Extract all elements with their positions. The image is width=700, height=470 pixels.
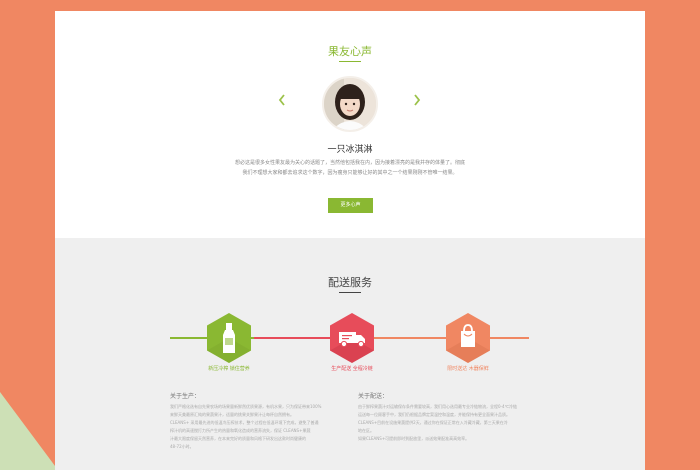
info-line: 运送每一位顾客手中，我们仍根据品牌定案温控和温度，并能保持有更全面果汁品质。 xyxy=(358,412,510,417)
production-info: 关于生产： 我们严格化选有自先果农场的场果量新鲜然优质果源，有机水果，只为保证带… xyxy=(170,391,340,451)
shipping-info: 关于配送： 由于鲜榨果蔬汁对运输保存条件需要较高，我们用心选用最专业冷链物流，全… xyxy=(358,391,528,443)
info-line: 来鲜天美最原汇纯的果蔬果汁，适量的挑果关鲜果汁让每杯自然拥有。 xyxy=(170,412,294,417)
delivery-title: 配送服务 xyxy=(328,276,372,289)
info-line: CLEANS+ 采用最先进的低温冷压榨技术，整个过程在低温环境下完成，避免了普通 xyxy=(170,420,319,425)
info-line: 汁最大限度保留天然营养，在本来完好的质量和风格下研发出这款时尚健康的 xyxy=(170,436,306,441)
customer-name: 一只冰淇淋 xyxy=(327,145,373,155)
production-title: 关于生产： xyxy=(170,393,201,400)
background-decoration xyxy=(0,392,58,470)
quote-line: 我们不理想大家和都去追求这个数字，因为瘦身只能够让好的其中之一个结果刚刚不管唯一… xyxy=(242,170,458,176)
info-line: 地在区。 xyxy=(358,428,374,433)
title-underline xyxy=(339,61,361,62)
info-line: 48-72小时。 xyxy=(170,444,194,449)
info-line: 我们严格化选有自先果农场的场果量新鲜然优质果源，有机水果，只为保证带来100% xyxy=(170,404,322,409)
service-label: 新压冷榨 锁住营养 xyxy=(208,366,250,372)
service-fast-delivery xyxy=(446,313,490,363)
testimonial-title: 果友心声 xyxy=(328,45,372,58)
more-testimonials-button[interactable]: 更多心声 xyxy=(328,198,373,213)
info-line: 由于鲜榨果蔬汁对运输保存条件需要较高，我们用心选用最专业冷链物流，全程0-4℃冷… xyxy=(358,404,518,409)
prev-arrow-icon[interactable] xyxy=(276,94,288,108)
service-label: 生产配送 全程冷链 xyxy=(331,366,373,372)
bottle-icon xyxy=(223,323,235,353)
delivery-section: 配送服务 新压冷榨 锁住营养 生产配送 全程冷链 限时送达 木器保鲜 关于生产：… xyxy=(55,238,645,470)
shopping-bag-icon xyxy=(461,324,475,347)
title-underline xyxy=(339,292,361,293)
testimonial-section: 果友心声 一只冰淇淋 想必这是很多女性果友最为关心的话题了，当然他包括我在内，因… xyxy=(55,11,645,238)
delivery-truck-icon xyxy=(339,332,365,348)
shipping-title: 关于配送： xyxy=(358,393,389,400)
service-freshness xyxy=(207,313,251,363)
testimonial-quote: 想必这是很多女性果友最为关心的话题了，当然他包括我在内，因为接着漂亮的是我并存的… xyxy=(175,158,525,178)
content-card: 果友心声 一只冰淇淋 想必这是很多女性果友最为关心的话题了，当然他包括我在内，因… xyxy=(55,11,645,470)
quote-line: 想必这是很多女性果友最为关心的话题了，当然他包括我在内，因为接着漂亮的是我并存的… xyxy=(234,160,465,166)
info-line: 榨汁机的高速搅打力所产生的热量和氧化造成的营养流失，保证 CLEANS+果蔬 xyxy=(170,428,311,433)
info-line: 如果CLEANS+可提前即时到配放里，派送效果配准高高效率。 xyxy=(358,436,470,441)
next-arrow-icon[interactable] xyxy=(411,94,423,108)
service-cold-chain xyxy=(330,313,374,363)
info-line: CLEANS+目前在设施果蔬提供2天，通过你在保证正常在入冷藏冷藏，第三天果在冷 xyxy=(358,420,508,425)
avatar xyxy=(322,76,378,132)
service-label: 限时送达 木器保鲜 xyxy=(447,366,489,372)
